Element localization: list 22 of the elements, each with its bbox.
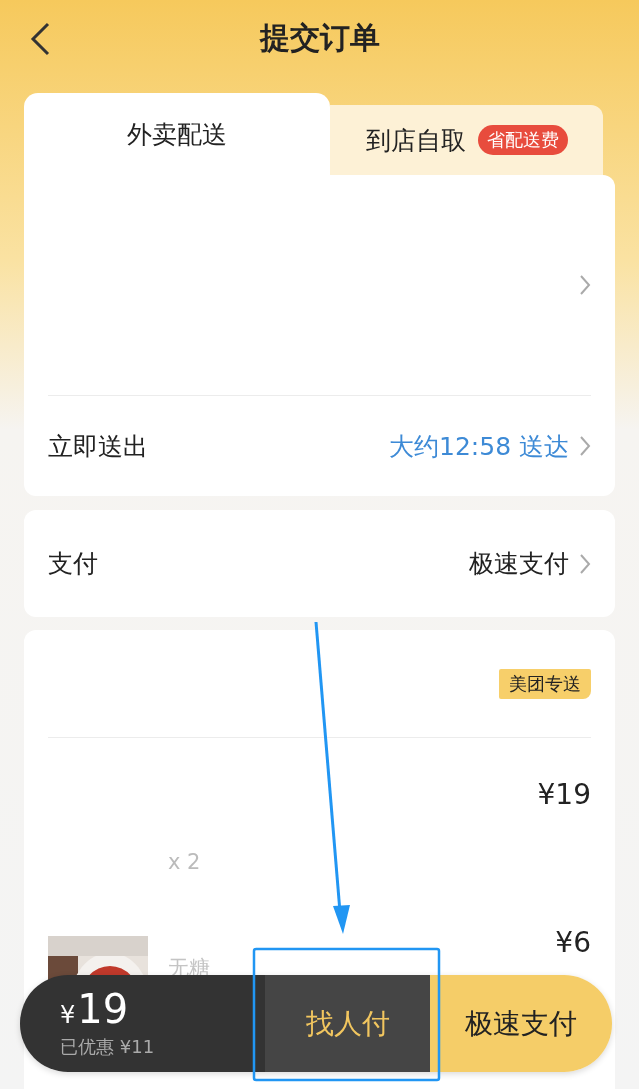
back-icon[interactable] xyxy=(30,22,50,56)
delivery-time-label: 立即送出 xyxy=(48,430,149,463)
ask-to-pay-button[interactable]: 找人付 xyxy=(265,975,430,1072)
delivery-tab[interactable]: 到店自取 省配送费 xyxy=(330,105,603,175)
payment-method: 极速支付 xyxy=(469,548,569,580)
delivery-tag: 美团专送 xyxy=(499,668,591,699)
item-quantity: x 2 xyxy=(168,850,202,874)
currency-symbol: ¥ xyxy=(60,1000,76,1029)
discount-badge: 省配送费 xyxy=(477,125,568,155)
chevron-icon xyxy=(579,552,591,575)
delivery-tab[interactable]: 外卖配送 xyxy=(24,93,330,175)
total-amount: 19 xyxy=(77,988,129,1029)
delivery-time-value[interactable]: 大约12:58 送达 xyxy=(389,429,569,463)
item-price: ¥19 xyxy=(537,778,591,811)
page-title: 提交订单 xyxy=(259,19,380,57)
pay-button[interactable]: 极速支付 xyxy=(430,975,612,1072)
discount-text: 已优惠 ¥11 xyxy=(60,1034,156,1059)
payment-label: 支付 xyxy=(48,548,99,580)
item-price: ¥6 xyxy=(555,926,591,959)
payment-card[interactable]: 支付 极速支付 xyxy=(24,510,615,617)
chevron-icon[interactable] xyxy=(579,435,591,457)
chevron-icon[interactable] xyxy=(579,274,591,296)
